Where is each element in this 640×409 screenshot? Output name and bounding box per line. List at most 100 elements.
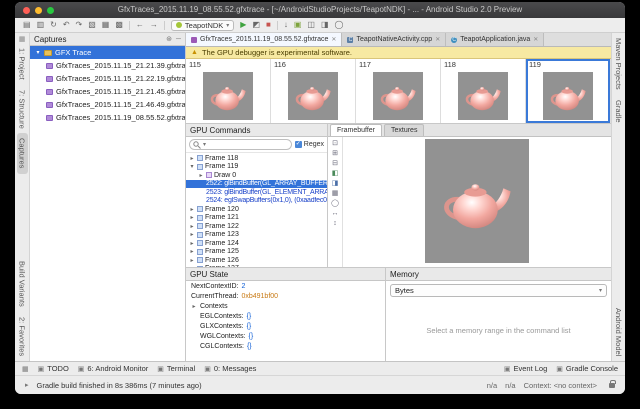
background-icon[interactable]: ◯ [331, 200, 339, 207]
grid-icon[interactable]: ▦ [332, 190, 339, 197]
capture-file-item[interactable]: GfxTraces_2015.11.15_21.46.49.gfxtrace [30, 98, 185, 111]
paste-icon[interactable]: ▩ [115, 21, 123, 29]
stop-icon[interactable]: ■ [266, 21, 271, 29]
copy-icon[interactable]: ▦ [102, 21, 110, 29]
tree-item-frame[interactable]: ▸Frame 123 [186, 231, 327, 240]
chevron-right-icon[interactable]: ▸ [189, 155, 195, 162]
gpu-command-row-selected[interactable]: 2522: glBindBuffer(GL_ARRAY_BUFFER, 0) [186, 180, 327, 189]
zoom-in-icon[interactable]: ⊞ [332, 150, 338, 157]
sidebar-item-build-variants[interactable]: Build Variants [17, 256, 28, 312]
minimize-window-button[interactable] [35, 7, 42, 14]
toolbar-item-messages[interactable]: ▣0: Messages [204, 364, 256, 373]
chevron-right-icon[interactable]: ▸ [189, 223, 195, 230]
tab-java[interactable]: C TeapotApplication.java ✕ [446, 33, 544, 46]
tree-item-frame[interactable]: ▸Frame 127 [186, 265, 327, 268]
flip-vertical-icon[interactable]: ↕ [333, 220, 337, 227]
tree-item-frame[interactable]: ▸Frame 122 [186, 222, 327, 231]
sync-icon[interactable]: ↻ [50, 21, 57, 29]
status-context[interactable]: Context: <no context> [524, 381, 597, 390]
run-configuration-select[interactable]: TeapotNDK ▾ [171, 20, 234, 31]
tree-item-draw-group[interactable]: ▸Draw 0 [186, 171, 327, 180]
chevron-down-icon[interactable]: ▾ [189, 163, 195, 170]
zoom-window-button[interactable] [47, 7, 54, 14]
open-icon[interactable]: ▤ [23, 21, 31, 29]
chevron-right-icon[interactable]: ▸ [198, 172, 204, 179]
regex-checkbox[interactable]: ✓ [295, 141, 302, 148]
tool-windows-icon[interactable]: ▦ [19, 33, 26, 43]
attach-debugger-icon[interactable]: ↓ [284, 21, 288, 29]
sidebar-item-gradle[interactable]: Gradle [613, 95, 624, 128]
chevron-right-icon[interactable]: ▸ [189, 265, 195, 267]
state-row[interactable]: GLXContexts:{} [186, 321, 385, 331]
flip-horizontal-icon[interactable]: ↔ [332, 210, 339, 217]
sidebar-item-android-model[interactable]: Android Model [613, 303, 624, 361]
chevron-down-icon[interactable]: ▾ [203, 141, 206, 148]
frame-thumbnail[interactable]: 118 [441, 59, 526, 123]
color-channels-icon[interactable]: ◧ [332, 170, 339, 177]
regex-option[interactable]: ✓ Regex [295, 141, 324, 148]
gpu-command-row[interactable]: 2523: glBindBuffer(GL_ELEMENT_ARRAY_BUF [186, 188, 327, 197]
close-icon[interactable]: ✕ [435, 36, 440, 43]
close-icon[interactable]: ✕ [331, 36, 336, 43]
back-icon[interactable]: ← [136, 21, 144, 29]
toolbar-item-terminal[interactable]: ▣Terminal [157, 364, 195, 373]
run-icon[interactable]: ▶ [240, 21, 246, 29]
capture-file-item[interactable]: GfxTraces_2015.11.15_21.22.19.gfxtrace [30, 72, 185, 85]
chevron-right-icon[interactable]: ▸ [189, 231, 195, 238]
toolbar-item-event-log[interactable]: ▣Event Log [504, 364, 547, 373]
tab-framebuffer[interactable]: Framebuffer [330, 124, 382, 136]
forward-icon[interactable]: → [150, 21, 158, 29]
captures-root-item[interactable]: ▾ GFX Trace [30, 46, 185, 59]
chevron-right-icon[interactable]: ▸ [189, 206, 195, 213]
frame-thumbnail-selected[interactable]: 119 [526, 59, 611, 123]
chevron-right-icon[interactable]: ▸ [189, 257, 195, 264]
capture-file-item[interactable]: GfxTraces_2015.11.19_08.55.52.gfxtrace [30, 111, 185, 124]
tree-item-frame[interactable]: ▾Frame 119 [186, 163, 327, 172]
undo-icon[interactable]: ↶ [63, 21, 70, 29]
avd-manager-icon[interactable]: ▣ [294, 21, 302, 29]
toolbar-item-android-monitor[interactable]: ▣6: Android Monitor [78, 364, 149, 373]
redo-icon[interactable]: ↷ [76, 21, 83, 29]
tab-textures[interactable]: Textures [384, 124, 424, 136]
toolbar-item-todo[interactable]: ▣TODO [38, 364, 69, 373]
tree-item-frame[interactable]: ▸Frame 120 [186, 205, 327, 214]
wireframe-icon[interactable]: ◨ [332, 180, 339, 187]
sidebar-item-structure[interactable]: 7: Structure [17, 85, 28, 134]
close-icon[interactable]: ✕ [533, 36, 538, 43]
state-row[interactable]: ▸Contexts [186, 301, 385, 311]
tree-item-frame[interactable]: ▸Frame 124 [186, 239, 327, 248]
tab-cpp[interactable]: C TeapotNativeActivity.cpp ✕ [342, 33, 446, 46]
state-row[interactable]: NextContextID:2 [186, 281, 385, 291]
zoom-out-icon[interactable]: ⊟ [332, 160, 338, 167]
sidebar-item-captures[interactable]: Captures [17, 133, 28, 173]
sidebar-item-favorites[interactable]: 2: Favorites [17, 312, 28, 361]
frame-thumbnail[interactable]: 117 [356, 59, 441, 123]
tree-item-frame[interactable]: ▸Frame 126 [186, 256, 327, 265]
gpu-command-row[interactable]: 2524: eglSwapBuffers(0x1,0), (0xaadfec0,… [186, 197, 327, 206]
close-window-button[interactable] [23, 7, 30, 14]
zoom-fit-icon[interactable]: ⊡ [332, 140, 338, 147]
chevron-right-icon[interactable]: ▸ [189, 248, 195, 255]
sidebar-item-maven-projects[interactable]: Maven Projects [613, 33, 624, 95]
chevron-right-icon[interactable]: ▸ [191, 303, 197, 310]
cut-icon[interactable]: ▧ [88, 21, 96, 29]
tree-item-frame[interactable]: ▸Frame 118 [186, 154, 327, 163]
memory-mode-select[interactable]: Bytes ▾ [390, 284, 607, 297]
chevron-down-icon[interactable]: ▾ [35, 49, 41, 56]
chevron-right-icon[interactable]: ▸ [189, 240, 195, 247]
chevron-right-icon[interactable]: ▸ [189, 214, 195, 221]
capture-file-item[interactable]: GfxTraces_2015.11.15_21.21.39.gfxtrace [30, 59, 185, 72]
gear-icon[interactable]: ⊛ [166, 35, 172, 43]
tab-gfxtrace[interactable]: GfxTraces_2015.11.19_08.55.52.gfxtrace ✕ [186, 33, 342, 46]
state-row[interactable]: CGLContexts:{} [186, 341, 385, 351]
search-input[interactable]: ▾ [189, 139, 292, 150]
framebuffer-viewport[interactable] [343, 137, 611, 267]
toolbar-item-gradle-console[interactable]: ▣Gradle Console [556, 364, 618, 373]
frame-thumbnail[interactable]: 116 [271, 59, 356, 123]
save-icon[interactable]: ▥ [37, 21, 45, 29]
hide-panel-icon[interactable]: ─ [176, 36, 181, 43]
capture-file-item[interactable]: GfxTraces_2015.11.15_21.21.45.gfxtrace [30, 85, 185, 98]
tool-window-switcher-icon[interactable]: ▦ [22, 365, 29, 373]
sidebar-item-project[interactable]: 1: Project [17, 43, 28, 85]
lock-icon[interactable] [609, 383, 615, 388]
